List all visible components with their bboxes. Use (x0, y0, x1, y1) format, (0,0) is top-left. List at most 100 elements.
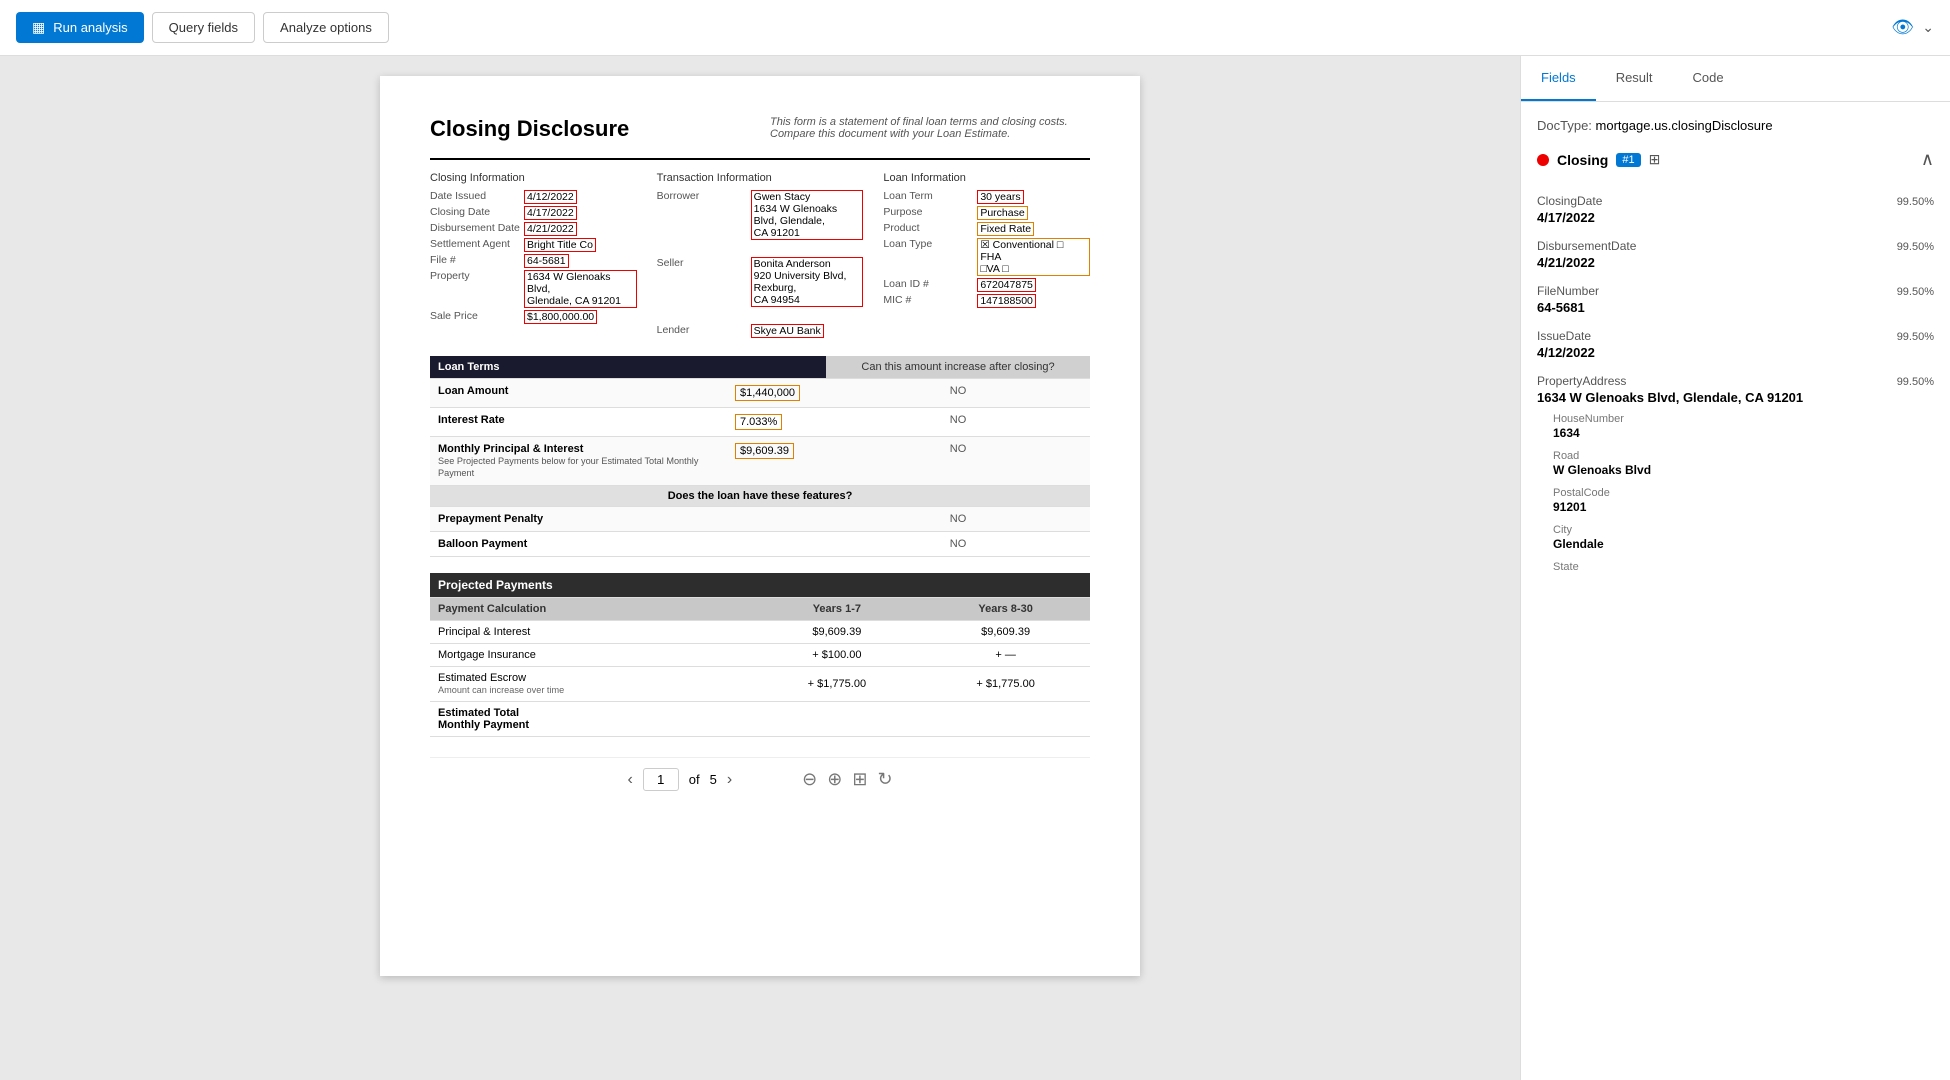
file-number-field: FileNumber 99.50% 64-5681 (1537, 284, 1934, 315)
info-row: Closing Date 4/17/2022 (430, 206, 637, 220)
closing-information-section: Closing Information Date Issued 4/12/202… (430, 172, 637, 340)
monthly-principal-increase: NO (826, 437, 1090, 486)
run-analysis-button[interactable]: ▦ Run analysis (16, 12, 144, 43)
table-row: Balloon Payment NO (430, 532, 1090, 557)
info-row: Sale Price $1,800,000.00 (430, 310, 637, 324)
tab-result[interactable]: Result (1596, 56, 1673, 101)
collapse-icon[interactable]: ∧ (1921, 149, 1934, 170)
chevron-down-icon[interactable]: ⌄ (1922, 19, 1934, 36)
principal-interest-label: Principal & Interest (430, 621, 752, 644)
transaction-information-section: Transaction Information Borrower Gwen St… (657, 172, 864, 340)
table-row: Monthly Principal & Interest See Project… (430, 437, 1090, 486)
info-row: Loan ID # 672047875 (883, 278, 1090, 292)
closing-date-field: ClosingDate 99.50% 4/17/2022 (1537, 194, 1934, 225)
fit-page-icon[interactable]: ⊞ (852, 769, 867, 790)
grid-view-icon[interactable]: ⊞ (1649, 151, 1661, 168)
payment-calc-col-header: Payment Calculation (430, 598, 752, 621)
next-page-button[interactable]: › (727, 771, 732, 789)
analyze-options-button[interactable]: Analyze options (263, 12, 389, 43)
estimated-total-label: Estimated TotalMonthly Payment (430, 702, 752, 737)
zoom-in-icon[interactable]: ⊕ (827, 769, 842, 790)
prev-page-button[interactable]: ‹ (627, 771, 632, 789)
mortgage-insurance-label: Mortgage Insurance (430, 644, 752, 667)
info-row: Lender Skye AU Bank (657, 324, 864, 338)
interest-rate-label: Interest Rate (430, 408, 727, 437)
mortgage-insurance-col2: + — (921, 644, 1090, 667)
query-fields-label: Query fields (169, 20, 238, 35)
loan-terms-table: Loan Terms Can this amount increase afte… (430, 356, 1090, 557)
loan-amount-header-value (727, 356, 826, 379)
panel-tabs: Fields Result Code (1521, 56, 1950, 102)
run-icon: ▦ (32, 19, 45, 36)
years-1-7-col-header: Years 1-7 (752, 598, 921, 621)
info-row: Seller Bonita Anderson920 University Blv… (657, 257, 864, 307)
state-field: State (1553, 561, 1934, 573)
info-row: Settlement Agent Bright Title Co (430, 238, 637, 252)
transaction-info-title: Transaction Information (657, 172, 864, 184)
property-address-field: PropertyAddress 99.50% 1634 W Glenoaks B… (1537, 374, 1934, 573)
loan-info-title: Loan Information (883, 172, 1090, 184)
table-row: Interest Rate 7.033% NO (430, 408, 1090, 437)
page-number-input[interactable] (643, 768, 679, 791)
info-row: Borrower Gwen Stacy1634 W Glenoaks Blvd,… (657, 190, 864, 240)
loan-amount-value: $1,440,000 (727, 379, 826, 408)
prepayment-label: Prepayment Penalty (430, 507, 727, 532)
document-page: Closing Disclosure This form is a statem… (380, 76, 1140, 976)
disbursement-date-field: DisbursementDate 99.50% 4/21/2022 (1537, 239, 1934, 270)
analyze-options-label: Analyze options (280, 20, 372, 35)
info-row: Disbursement Date 4/21/2022 (430, 222, 637, 236)
tab-fields[interactable]: Fields (1521, 56, 1596, 101)
zoom-out-icon[interactable]: ⊖ (802, 769, 817, 790)
loan-amount-increase: NO (826, 379, 1090, 408)
principal-interest-col1: $9,609.39 (752, 621, 921, 644)
doctype-row: DocType: mortgage.us.closingDisclosure (1537, 118, 1934, 133)
closing-info-title: Closing Information (430, 172, 637, 184)
years-8-30-col-header: Years 8-30 (921, 598, 1090, 621)
estimated-escrow-col1: + $1,775.00 (752, 667, 921, 702)
balloon-value (727, 532, 826, 557)
info-row: Date Issued 4/12/2022 (430, 190, 637, 204)
principal-interest-col2: $9,609.39 (921, 621, 1090, 644)
query-fields-button[interactable]: Query fields (152, 12, 255, 43)
closing-header: Closing #1 ⊞ ∧ (1537, 149, 1934, 178)
closing-label: Closing (1557, 152, 1608, 168)
projected-payments-table: Projected Payments Payment Calculation Y… (430, 573, 1090, 737)
document-subtitle: This form is a statement of final loan t… (770, 116, 1090, 140)
road-field: Road W Glenoaks Blvd (1553, 450, 1934, 477)
estimated-total-col1 (752, 702, 921, 737)
panel-content: DocType: mortgage.us.closingDisclosure C… (1521, 102, 1950, 1080)
balloon-answer: NO (826, 532, 1090, 557)
table-row: Estimated TotalMonthly Payment (430, 702, 1090, 737)
doctype-value: mortgage.us.closingDisclosure (1596, 118, 1773, 133)
house-number-field: HouseNumber 1634 (1553, 413, 1934, 440)
toolbar: ▦ Run analysis Query fields Analyze opti… (0, 0, 1950, 56)
doc-header: Closing Disclosure This form is a statem… (430, 116, 1090, 142)
document-viewer: Closing Disclosure This form is a statem… (0, 56, 1520, 1080)
rotate-icon[interactable]: ↻ (877, 769, 892, 790)
info-row: Purpose Purchase (883, 206, 1090, 220)
info-row: File # 64-5681 (430, 254, 637, 268)
issue-date-field: IssueDate 99.50% 4/12/2022 (1537, 329, 1934, 360)
tab-code[interactable]: Code (1673, 56, 1744, 101)
right-panel: Fields Result Code DocType: mortgage.us.… (1520, 56, 1950, 1080)
table-row: Prepayment Penalty NO (430, 507, 1090, 532)
page-of-label: of (689, 772, 700, 787)
pagination: ‹ of 5 › ⊖ ⊕ ⊞ ↻ (430, 757, 1090, 791)
loan-amount-label: Loan Amount (430, 379, 727, 408)
loan-information-section: Loan Information Loan Term 30 years Purp… (883, 172, 1090, 340)
loan-terms-header: Loan Terms (430, 356, 727, 379)
run-label: Run analysis (53, 20, 127, 35)
estimated-total-col2 (921, 702, 1090, 737)
monthly-principal-label: Monthly Principal & Interest See Project… (430, 437, 727, 486)
eye-icon[interactable]: 👁 (1891, 17, 1914, 38)
main-content: Closing Disclosure This form is a statem… (0, 56, 1950, 1080)
interest-rate-increase: NO (826, 408, 1090, 437)
page-total: 5 (710, 772, 717, 787)
table-row: Loan Amount $1,440,000 NO (430, 379, 1090, 408)
mortgage-insurance-col1: + $100.00 (752, 644, 921, 667)
projected-col-headers: Payment Calculation Years 1-7 Years 8-30 (430, 598, 1090, 621)
property-address-sub-fields: HouseNumber 1634 Road W Glenoaks Blvd Po… (1537, 413, 1934, 573)
monthly-principal-value: $9,609.39 (727, 437, 826, 486)
info-row: Property 1634 W Glenoaks Blvd,Glendale, … (430, 270, 637, 308)
balloon-label: Balloon Payment (430, 532, 727, 557)
